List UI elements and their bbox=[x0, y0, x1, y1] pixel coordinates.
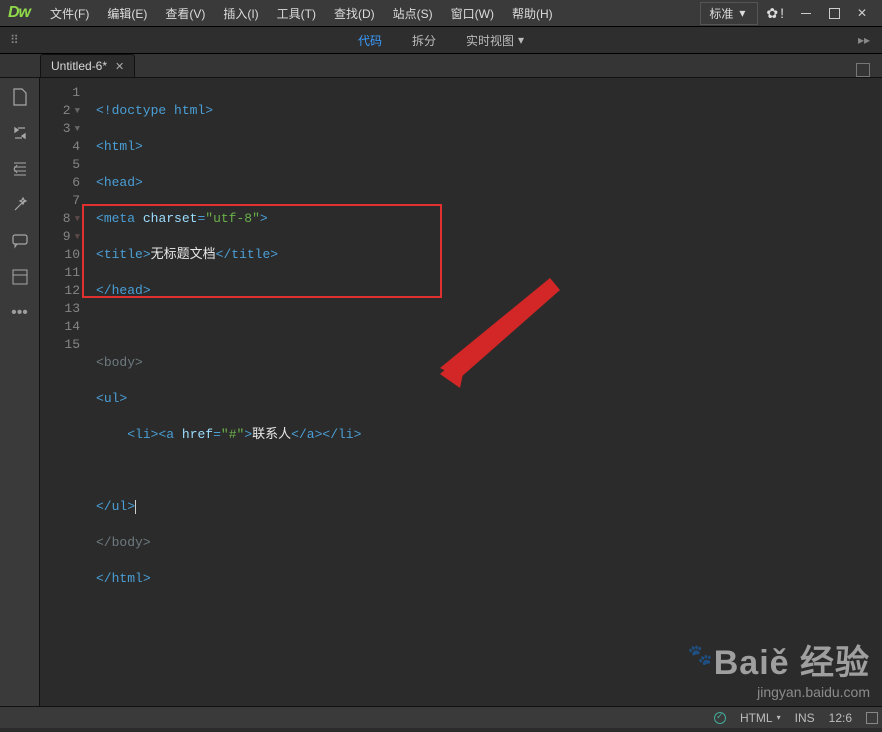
window-close[interactable] bbox=[848, 3, 876, 23]
gutter: 1 2▼ 3▼ 4 5 6 7 8▼ 9▼ 10 11 12 13 14 15 bbox=[40, 78, 90, 706]
menu-find[interactable]: 查找(D) bbox=[326, 2, 383, 25]
line-number: 14 bbox=[64, 318, 80, 336]
view-code[interactable]: 代码 bbox=[352, 28, 388, 53]
status-ok-icon[interactable] bbox=[714, 712, 726, 724]
comment-icon[interactable] bbox=[11, 232, 29, 250]
line-number: 2 bbox=[63, 102, 71, 120]
status-insert-mode[interactable]: INS bbox=[795, 711, 815, 725]
line-number: 15 bbox=[64, 336, 80, 354]
tab-close-icon[interactable]: ✕ bbox=[115, 60, 124, 73]
statusbar: HTML▾ INS 12:6 bbox=[0, 706, 882, 728]
tab-restore-icon[interactable] bbox=[856, 63, 870, 77]
line-number: 4 bbox=[72, 138, 80, 156]
status-cursor-pos: 12:6 bbox=[829, 711, 852, 725]
collapse-icon[interactable] bbox=[11, 268, 29, 286]
window-buttons bbox=[792, 3, 876, 23]
more-icon[interactable]: ••• bbox=[11, 304, 29, 322]
menu-window[interactable]: 窗口(W) bbox=[443, 2, 502, 25]
window-maximize[interactable] bbox=[820, 3, 848, 23]
line-number: 1 bbox=[72, 84, 80, 102]
menu-tools[interactable]: 工具(T) bbox=[269, 2, 324, 25]
fold-arrow-icon[interactable]: ▼ bbox=[75, 210, 80, 228]
chevron-down-icon: ▾ bbox=[739, 6, 745, 20]
fold-arrow-icon[interactable]: ▼ bbox=[75, 228, 80, 246]
view-split[interactable]: 拆分 bbox=[406, 28, 442, 53]
menu-file[interactable]: 文件(F) bbox=[42, 2, 97, 25]
chevron-down-icon: ▾ bbox=[518, 33, 524, 47]
menu-help[interactable]: 帮助(H) bbox=[504, 2, 561, 25]
line-number: 12 bbox=[64, 282, 80, 300]
file-icon[interactable] bbox=[11, 88, 29, 106]
document-tab[interactable]: Untitled-6* ✕ bbox=[40, 54, 135, 77]
titlebar: Dw 文件(F) 编辑(E) 查看(V) 插入(I) 工具(T) 查找(D) 站… bbox=[0, 0, 882, 26]
status-restore-icon[interactable] bbox=[866, 712, 878, 724]
line-number: 13 bbox=[64, 300, 80, 318]
code-content[interactable]: <!doctype html> <html> <head> <meta char… bbox=[90, 78, 882, 706]
app-logo: Dw bbox=[8, 4, 30, 22]
text-cursor bbox=[135, 500, 136, 514]
workspace-label: 标准 bbox=[709, 5, 733, 22]
line-number: 10 bbox=[64, 246, 80, 264]
line-number: 3 bbox=[63, 120, 71, 138]
line-number: 8 bbox=[63, 210, 71, 228]
fold-arrow-icon[interactable]: ▼ bbox=[75, 102, 80, 120]
tabbar: Untitled-6* ✕ bbox=[0, 54, 882, 78]
workarea: ••• 1 2▼ 3▼ 4 5 6 7 8▼ 9▼ 10 11 12 13 14… bbox=[0, 78, 882, 706]
fold-arrow-icon[interactable]: ▼ bbox=[75, 120, 80, 138]
settings-button[interactable]: ✿! bbox=[766, 5, 784, 22]
line-number: 7 bbox=[72, 192, 80, 210]
main-menu: 文件(F) 编辑(E) 查看(V) 插入(I) 工具(T) 查找(D) 站点(S… bbox=[42, 2, 561, 25]
window-minimize[interactable] bbox=[792, 3, 820, 23]
line-number: 6 bbox=[72, 174, 80, 192]
line-number: 5 bbox=[72, 156, 80, 174]
menu-insert[interactable]: 插入(I) bbox=[215, 2, 266, 25]
left-toolbar: ••• bbox=[0, 78, 40, 706]
line-number: 11 bbox=[64, 264, 80, 282]
toggle-icon[interactable] bbox=[11, 124, 29, 142]
viewbar-grip-icon: ⠿ bbox=[10, 33, 21, 47]
gear-icon: ✿ bbox=[766, 5, 778, 22]
status-language[interactable]: HTML▾ bbox=[740, 711, 781, 725]
view-live[interactable]: 实时视图▾ bbox=[460, 28, 530, 53]
menu-site[interactable]: 站点(S) bbox=[385, 2, 441, 25]
workspace-switcher[interactable]: 标准 ▾ bbox=[700, 2, 758, 25]
wand-icon[interactable] bbox=[11, 196, 29, 214]
outdent-icon[interactable] bbox=[11, 160, 29, 178]
tab-title: Untitled-6* bbox=[51, 59, 107, 73]
viewbar: ⠿ 代码 拆分 实时视图▾ ▸▸ bbox=[0, 26, 882, 54]
menu-view[interactable]: 查看(V) bbox=[157, 2, 213, 25]
code-editor[interactable]: 1 2▼ 3▼ 4 5 6 7 8▼ 9▼ 10 11 12 13 14 15 … bbox=[40, 78, 882, 706]
expand-panel-icon[interactable]: ▸▸ bbox=[858, 33, 870, 47]
line-number: 9 bbox=[63, 228, 71, 246]
menu-edit[interactable]: 编辑(E) bbox=[99, 2, 155, 25]
